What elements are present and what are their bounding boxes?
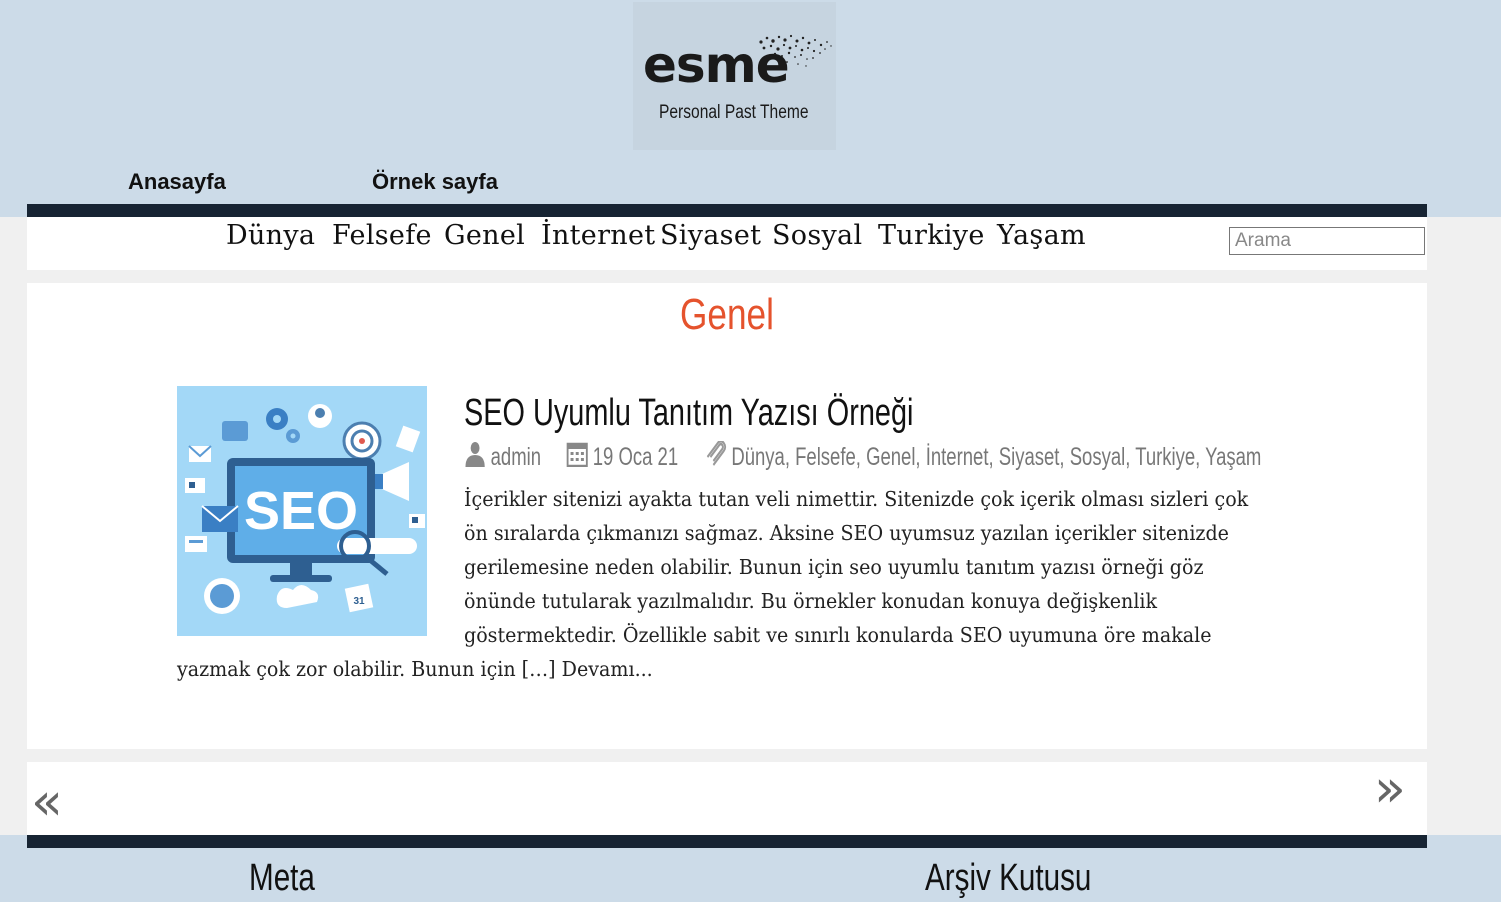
primary-nav-sample-page[interactable]: Örnek sayfa <box>372 169 498 195</box>
primary-nav-home[interactable]: Anasayfa <box>128 169 226 195</box>
category-link-sosyal[interactable]: Sosyal <box>772 220 862 251</box>
category-link-yasam[interactable]: Yaşam <box>997 220 1086 251</box>
post-category-link[interactable]: Genel <box>866 443 915 471</box>
widget-title-meta: Meta <box>249 857 315 899</box>
post-meta: admin 19 Oca 21 Dünya, Felsefe, Genel, İ… <box>464 441 1261 472</box>
header-divider <box>27 204 1427 217</box>
user-icon <box>465 442 485 467</box>
post-excerpt-line: göstermektedir. Özellikle sabit ve sınır… <box>464 623 1212 647</box>
post-title-link[interactable]: SEO Uyumlu Tanıtım Yazısı Örneği <box>464 392 913 435</box>
category-link-dunya[interactable]: Dünya <box>226 220 315 251</box>
post-category-link[interactable]: Felsefe <box>795 443 856 471</box>
logo-tagline: Personal Past Theme <box>659 102 809 123</box>
post-author-link[interactable]: admin <box>491 443 541 471</box>
thumbnail-calendar-day: 31 <box>353 596 365 607</box>
category-link-internet[interactable]: İnternet <box>541 220 655 251</box>
post-category-link[interactable]: Siyaset <box>999 443 1060 471</box>
paperclip-icon <box>707 441 727 466</box>
read-more-link[interactable]: Devamı... <box>562 657 653 681</box>
page-title: Genel <box>680 290 774 339</box>
category-link-siyaset[interactable]: Siyaset <box>660 220 761 251</box>
post-excerpt-last-line: yazmak çok zor olabilir. Bunun için […] … <box>177 657 653 681</box>
footer-divider <box>27 835 1427 848</box>
category-link-turkiye[interactable]: Turkiye <box>878 220 985 251</box>
post-excerpt-line: gerilemesine neden olabilir. Bunun için … <box>464 555 1204 579</box>
post-category-link[interactable]: Sosyal <box>1070 443 1126 471</box>
widget-title-archive: Arşiv Kutusu <box>925 857 1092 899</box>
category-link-felsefe[interactable]: Felsefe <box>332 220 432 251</box>
logo-dots-icon <box>759 34 832 67</box>
post-excerpt-line: önünde tutularak yazılmalıdır. Bu örnekl… <box>464 589 1158 613</box>
thumbnail-seo-text: SEO <box>244 481 358 541</box>
post-thumbnail[interactable]: SEO 31 <box>177 386 427 636</box>
post-date: 19 Oca 21 <box>592 443 679 471</box>
post-category-link[interactable]: Dünya <box>731 443 784 471</box>
post-excerpt-line: ön sıralarda çıkmanızı sağmaz. Aksine SE… <box>464 521 1229 545</box>
category-link-genel[interactable]: Genel <box>444 220 525 251</box>
post-category-link[interactable]: İnternet <box>926 443 989 471</box>
next-page-icon[interactable]: » <box>1374 763 1406 815</box>
post-category-link[interactable]: Turkiye <box>1135 443 1195 471</box>
calendar-icon <box>566 442 588 467</box>
post-category-link[interactable]: Yaşam <box>1205 443 1261 471</box>
site-logo[interactable]: esme Personal Past Theme <box>633 2 836 150</box>
post-excerpt-line: İçerikler sitenizi ayakta tutan veli nim… <box>464 487 1249 511</box>
prev-page-icon[interactable]: « <box>31 776 63 828</box>
pagination-bar <box>27 762 1427 835</box>
post-excerpt-text: yazmak çok zor olabilir. Bunun için […] <box>177 657 562 681</box>
search-input[interactable] <box>1229 227 1425 255</box>
